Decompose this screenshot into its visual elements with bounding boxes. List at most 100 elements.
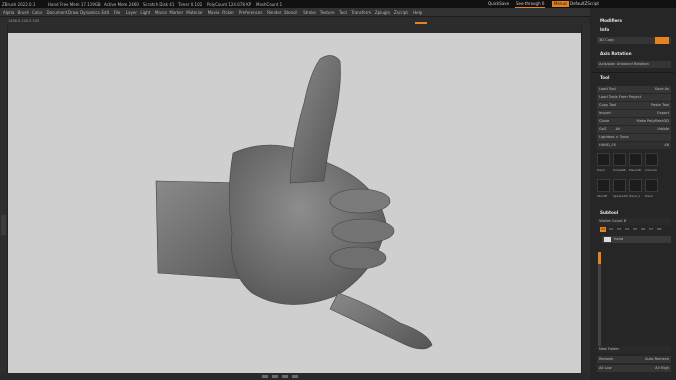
menu-layer[interactable]: Layer — [126, 10, 137, 15]
all-button[interactable]: All — [616, 127, 620, 131]
export-button[interactable]: Export — [657, 110, 669, 117]
divider — [592, 72, 674, 73]
menu-light[interactable]: Light — [140, 10, 150, 15]
tool-thumbnail[interactable] — [629, 153, 642, 166]
new-folder-button[interactable]: New Folder — [597, 346, 671, 353]
load-tool-button[interactable]: Load Tool — [599, 87, 616, 91]
default-zscript-button[interactable]: DefaultZScript — [568, 1, 601, 7]
menu-tool[interactable]: Tool — [339, 10, 347, 15]
tool-thumbnail[interactable] — [645, 179, 658, 192]
timer: Timer 0.102 — [178, 1, 203, 7]
menu-stencil[interactable]: Stencil — [284, 10, 298, 15]
menu-texture[interactable]: Texture — [320, 10, 335, 15]
subtool-thumbnail-icon — [604, 236, 611, 242]
app-title: ZBrush 2022.0.1 — [2, 1, 36, 7]
subtool-header[interactable]: Subtool — [592, 209, 674, 216]
tool-thumbnail[interactable] — [629, 179, 642, 192]
quicksave-button[interactable]: QuickSave — [486, 1, 511, 7]
hand-model[interactable] — [8, 33, 581, 373]
subtool-chip[interactable]: V5 — [632, 227, 638, 232]
tool-thumbnail[interactable] — [597, 153, 610, 166]
goz-button[interactable]: GoZ — [599, 127, 606, 131]
tool-thumbnail[interactable] — [613, 153, 626, 166]
menu-color[interactable]: Color — [32, 10, 42, 15]
subtool-chip[interactable]: V6 — [640, 227, 646, 232]
nav-button-2[interactable] — [272, 375, 278, 378]
shelf-toggle-handle[interactable] — [1, 215, 6, 235]
remesh-row[interactable]: Remesh Auto Remesh — [597, 356, 671, 363]
tool-thumbnail[interactable] — [613, 179, 626, 192]
copy-toggle[interactable] — [655, 37, 669, 44]
subtool-chip[interactable]: V4 — [624, 227, 630, 232]
menu-picker[interactable]: Picker — [222, 10, 234, 15]
menus-button[interactable]: Menus — [552, 1, 570, 7]
make-polymesh-button[interactable]: Make PolyMesh3D — [637, 118, 670, 125]
subtool-chip[interactable]: V1 — [600, 227, 606, 232]
menu-help[interactable]: Help — [413, 10, 422, 15]
menu-edit[interactable]: Edit — [102, 10, 110, 15]
import-button[interactable]: Import — [599, 111, 611, 115]
subtool-chip[interactable]: V3 — [616, 227, 622, 232]
rotation-row[interactable]: Axis/plan Unbound Rotation — [597, 61, 671, 68]
bottom-bar — [0, 373, 590, 380]
finger-middle — [331, 218, 395, 244]
axis-rotation-header[interactable]: Axis Rotation — [592, 50, 674, 57]
load-from-project-button[interactable]: Load Tools From Project — [597, 94, 671, 101]
subtool-scrollbar[interactable] — [598, 252, 601, 347]
menu-stroke[interactable]: Stroke — [303, 10, 316, 15]
load-tool-row[interactable]: Load Tool Save As — [597, 86, 671, 93]
clone-row[interactable]: Clone Make PolyMesh3D — [597, 118, 671, 125]
lightbox-tools-button[interactable]: Lightbox > Tools — [597, 134, 671, 141]
menu-alpha[interactable]: Alpha — [3, 10, 14, 15]
menu-movie[interactable]: Movie — [208, 10, 220, 15]
menu-preferences[interactable]: Preferences — [239, 10, 263, 15]
menu-zplugin[interactable]: Zplugin — [375, 10, 390, 15]
tool-label: Camera — [645, 168, 657, 172]
nav-button-4[interactable] — [292, 375, 298, 378]
menu-dynamics[interactable]: Dynamics — [80, 10, 100, 15]
document-canvas[interactable] — [8, 33, 581, 373]
nav-button-3[interactable] — [282, 375, 288, 378]
menu-file[interactable]: File — [114, 10, 121, 15]
scratch-disk: Scratch Disk 41 — [143, 1, 175, 7]
tool-label: Plane3D — [629, 168, 642, 172]
menu-document[interactable]: Document — [47, 10, 68, 15]
subtool-chip[interactable]: V8 — [656, 227, 662, 232]
active-marker — [415, 22, 427, 24]
menu-marker[interactable]: Marker — [169, 10, 183, 15]
copy-row[interactable]: 3D Copy — [597, 37, 671, 44]
menu-draw[interactable]: Draw — [68, 10, 78, 15]
modifiers-header[interactable]: Modifiers — [592, 17, 674, 24]
current-tool-slider[interactable]: HAND_50 48 — [597, 142, 671, 149]
copy-tool-button[interactable]: Copy Tool — [599, 103, 616, 107]
clone-button[interactable]: Clone — [599, 119, 609, 123]
tool-thumbnail[interactable] — [597, 179, 610, 192]
info-header[interactable]: Info — [592, 26, 674, 33]
import-export-row[interactable]: Import Export — [597, 110, 671, 117]
menu-material[interactable]: Material — [186, 10, 202, 15]
copy-paste-row[interactable]: Copy Tool Paste Tool — [597, 102, 671, 109]
menu-macro[interactable]: Macro — [155, 10, 167, 15]
menu-zscript[interactable]: Zscript — [394, 10, 408, 15]
menu-render[interactable]: Render — [267, 10, 281, 15]
tool-label: Star3D — [597, 194, 608, 198]
document-name: Hand — [48, 1, 59, 7]
subtool-chip[interactable]: V2 — [608, 227, 614, 232]
tool-header[interactable]: Tool — [592, 74, 674, 81]
finger-ring — [329, 246, 387, 270]
menu-transform[interactable]: Transform — [351, 10, 371, 15]
save-as-button[interactable]: Save As — [655, 86, 669, 93]
polycount: PolyCount 124.678 KP — [207, 1, 252, 7]
nav-button-1[interactable] — [262, 375, 268, 378]
tool-label: Sphere3D — [613, 194, 628, 198]
all-low-high-row[interactable]: All Low All High — [597, 365, 671, 372]
menu-bar: Alpha Brush Color Document Draw Dynamics Edit F… — [0, 8, 676, 17]
subtool-chip[interactable]: V7 — [648, 227, 654, 232]
tool-thumbnail[interactable] — [645, 153, 658, 166]
goz-row[interactable]: GoZ All Visible — [597, 126, 671, 133]
subtool-scroll-thumb[interactable] — [598, 252, 601, 264]
paste-tool-button[interactable]: Paste Tool — [651, 102, 669, 109]
visible-button[interactable]: Visible — [657, 126, 669, 133]
subtool-item[interactable]: hand — [602, 236, 671, 243]
menu-brush[interactable]: Brush — [18, 10, 30, 15]
